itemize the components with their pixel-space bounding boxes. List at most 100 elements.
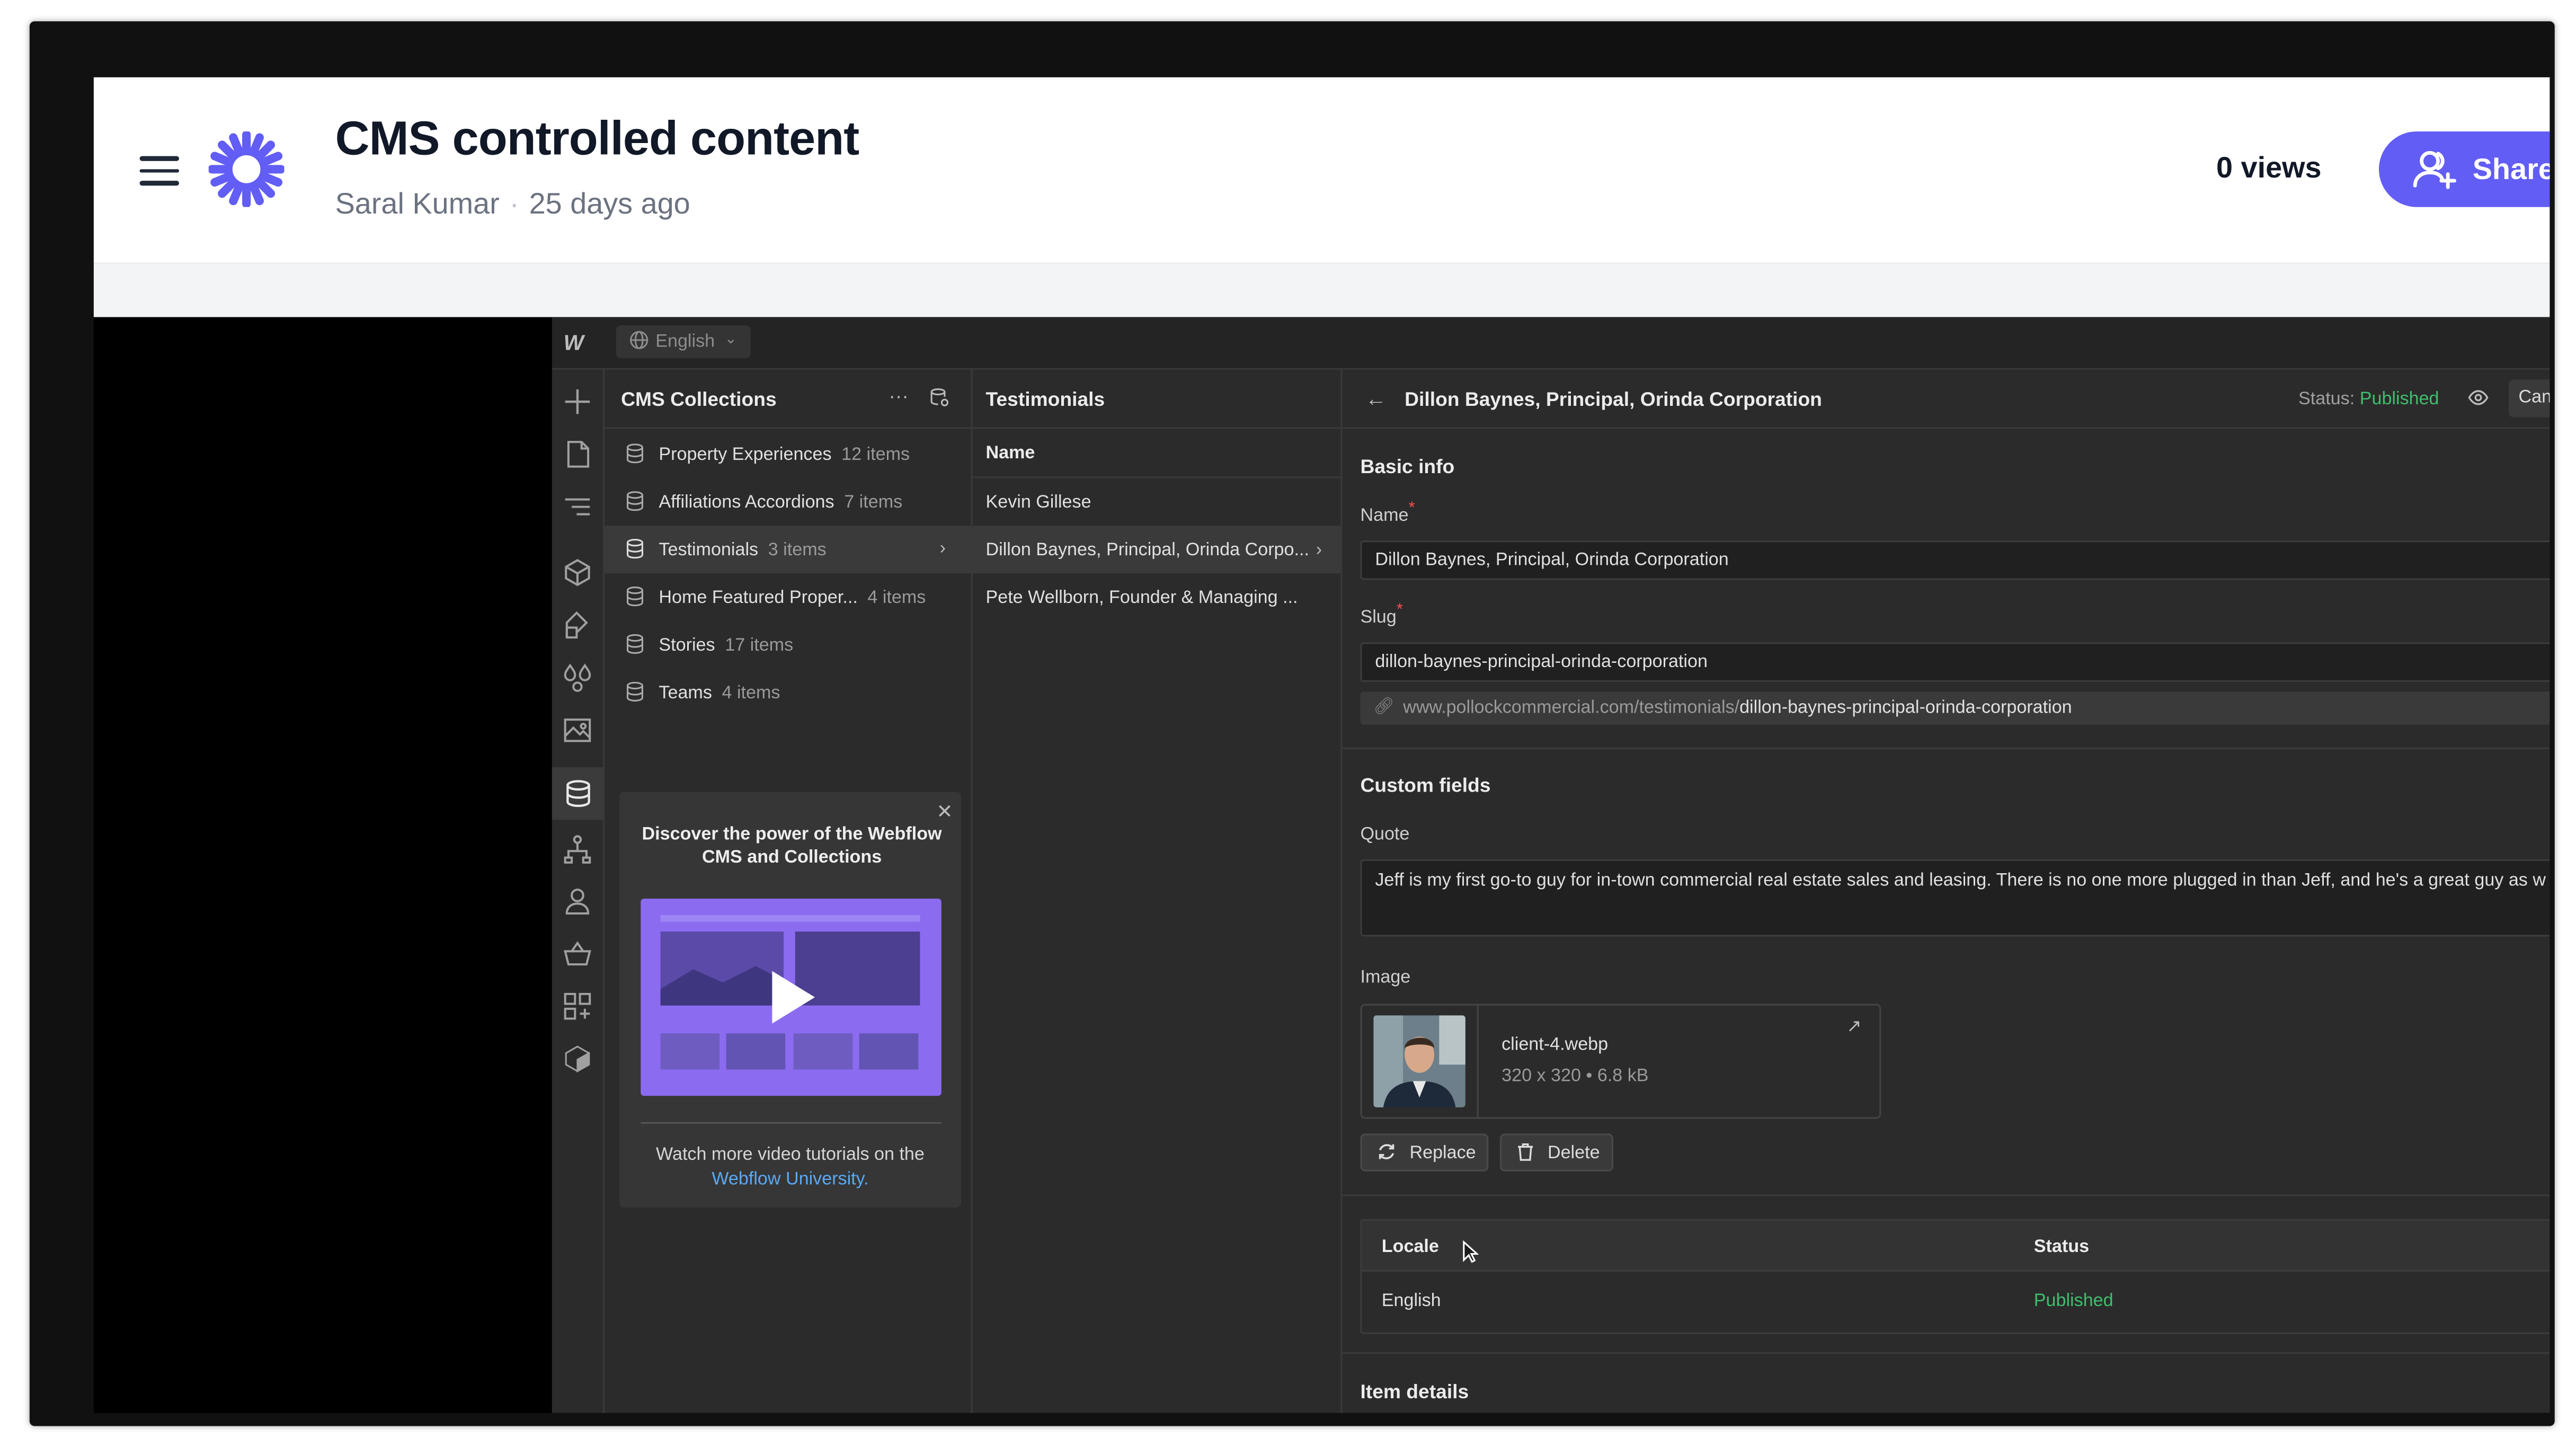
- collection-item-home-featured[interactable]: Home Featured Proper... 4 items: [605, 573, 971, 621]
- quote-label: Quote: [1360, 824, 1410, 845]
- quote-field[interactable]: Jeff is my first go-to guy for in-town c…: [1360, 859, 2550, 937]
- collection-count: 17 items: [725, 636, 794, 656]
- collection-count: 4 items: [867, 588, 926, 608]
- cms-collections-panel: CMS Collections ··· Property Experiences…: [605, 369, 973, 1413]
- promo-title: Discover the power of the Webflow CMS an…: [642, 824, 942, 868]
- language-label: English: [655, 332, 715, 352]
- section-divider: [1342, 1352, 2550, 1354]
- video-title: CMS controlled content: [335, 113, 860, 166]
- tutorial-video-thumbnail[interactable]: [641, 899, 941, 1096]
- promo-divider: [641, 1122, 941, 1124]
- image-field[interactable]: client-4.webp 320 x 320 • 6.8 kB ↗: [1360, 1004, 1881, 1119]
- designer-topbar: W English ⌄: [552, 317, 2550, 370]
- name-field[interactable]: Dillon Baynes, Principal, Orinda Corpora…: [1360, 540, 2550, 580]
- webflow-designer: W English ⌄ CMS Collections ··· Property…: [552, 317, 2550, 1413]
- name-label-text: Name: [1360, 506, 1409, 526]
- menu-icon[interactable]: [139, 156, 179, 186]
- items-list-panel: Testimonials Name Kevin Gillese Dillon B…: [972, 369, 1343, 1413]
- collection-item-affiliations-accordions[interactable]: Affiliations Accordions 7 items: [605, 478, 971, 526]
- author-name[interactable]: Saral Kumar: [335, 187, 500, 220]
- chevron-right-icon: ›: [1316, 540, 1322, 561]
- item-url[interactable]: 🔗︎ www.pollockcommercial.com/testimonial…: [1360, 691, 2550, 725]
- basic-info-heading: Basic info: [1360, 455, 1455, 478]
- page-icon[interactable]: [562, 439, 593, 470]
- list-item[interactable]: Dillon Baynes, Principal, Orinda Corpo..…: [972, 526, 1341, 574]
- collection-name: Affiliations Accordions: [659, 493, 834, 513]
- more-options-icon[interactable]: ···: [889, 385, 909, 407]
- column-label: Name: [985, 443, 1035, 464]
- assets-icon[interactable]: [562, 715, 593, 746]
- video-screen: CMS controlled content Saral Kumar · 25 da…: [93, 77, 2550, 1413]
- database-icon: [626, 539, 644, 564]
- database-icon: [626, 634, 644, 659]
- play-icon[interactable]: [769, 967, 818, 1027]
- locale-cell: English: [1381, 1291, 1441, 1311]
- name-column-header[interactable]: Name: [972, 429, 1341, 478]
- locale-column-header: Locale: [1381, 1237, 1439, 1257]
- header-strip: [93, 263, 2550, 317]
- list-item[interactable]: Pete Wellborn, Founder & Managing ...: [973, 573, 1341, 621]
- item-details-heading: Item details: [1360, 1380, 1469, 1404]
- language-select[interactable]: English ⌄: [616, 325, 751, 358]
- collections-title: CMS Collections: [621, 387, 777, 411]
- meta-separator: ·: [509, 187, 519, 220]
- item-name: Pete Wellborn, Founder & Managing ...: [985, 588, 1298, 608]
- navigator-icon[interactable]: [562, 491, 593, 522]
- cms-icon[interactable]: [552, 767, 603, 820]
- share-button[interactable]: Share: [2378, 131, 2550, 207]
- close-icon[interactable]: ✕: [936, 800, 953, 823]
- locale-table: Locale Status English Published: [1360, 1219, 2550, 1334]
- collection-name: Stories: [659, 636, 715, 656]
- list-item[interactable]: Kevin Gillese: [973, 478, 1341, 526]
- users-icon[interactable]: [562, 885, 593, 917]
- collection-count: 4 items: [722, 683, 780, 704]
- collection-item-testimonials[interactable]: Testimonials 3 items ›: [605, 526, 971, 574]
- collection-item-stories[interactable]: Stories 17 items: [605, 621, 971, 669]
- collection-count: 12 items: [841, 445, 910, 465]
- promo-footer-text: Watch more video tutorials on the: [656, 1145, 925, 1165]
- video-age: 25 days ago: [529, 187, 690, 220]
- webflow-logo[interactable]: W: [564, 330, 584, 355]
- slug-field[interactable]: dillon-baynes-principal-orinda-corporati…: [1360, 642, 2550, 682]
- collection-name: Home Featured Proper...: [659, 588, 858, 608]
- webflow-university-link[interactable]: Webflow University.: [712, 1170, 868, 1189]
- collection-item-property-experiences[interactable]: Property Experiences 12 items: [605, 430, 971, 478]
- window-frame: CMS controlled content Saral Kumar · 25 da…: [29, 21, 2555, 1426]
- logic-icon[interactable]: [562, 833, 593, 864]
- database-icon: [626, 586, 644, 611]
- url-base: www.pollockcommercial.com/testimonials/: [1403, 698, 1740, 718]
- replace-button[interactable]: Replace: [1360, 1133, 1489, 1171]
- components-icon[interactable]: [562, 557, 593, 588]
- delete-label: Delete: [1547, 1143, 1600, 1164]
- globe-icon: [629, 330, 649, 355]
- libraries-icon[interactable]: [562, 1043, 593, 1075]
- required-mark: *: [1396, 601, 1403, 620]
- delete-button[interactable]: Delete: [1500, 1133, 1613, 1171]
- variables-icon[interactable]: [562, 662, 593, 694]
- chevron-right-icon: ›: [939, 539, 946, 559]
- item-header: ← Dillon Baynes, Principal, Orinda Corpo…: [1342, 370, 2550, 429]
- style-manager-icon[interactable]: [562, 609, 593, 641]
- item-name: Kevin Gillese: [985, 493, 1091, 513]
- cancel-label: Can: [2518, 387, 2550, 407]
- ecommerce-icon[interactable]: [562, 938, 593, 970]
- plus-icon[interactable]: [562, 386, 593, 418]
- quote-value: Jeff is my first go-to guy for in-town c…: [1375, 871, 2546, 891]
- locale-table-header: Locale Status: [1362, 1220, 2550, 1272]
- item-status: Status: Published: [2298, 389, 2439, 409]
- collection-name: Property Experiences: [659, 445, 832, 465]
- item-title: Dillon Baynes, Principal, Orinda Corpora…: [1405, 387, 1822, 411]
- eye-icon[interactable]: [2467, 388, 2489, 413]
- back-arrow-icon[interactable]: ←: [1365, 386, 1387, 411]
- collection-settings-icon[interactable]: [930, 388, 949, 413]
- image-thumbnail: [1373, 1015, 1465, 1107]
- item-name: Dillon Baynes, Principal, Orinda Corpo..…: [985, 540, 1309, 561]
- slug-value: dillon-baynes-principal-orinda-corporati…: [1375, 652, 1708, 672]
- apps-icon[interactable]: [562, 991, 593, 1022]
- collection-name: Testimonials: [659, 540, 759, 561]
- cancel-button[interactable]: Can: [2508, 379, 2550, 418]
- collection-title: Testimonials: [985, 387, 1105, 411]
- external-link-icon[interactable]: ↗: [1846, 1015, 1862, 1036]
- trash-icon: [1516, 1142, 1534, 1167]
- collection-item-teams[interactable]: Teams 4 items: [605, 669, 971, 716]
